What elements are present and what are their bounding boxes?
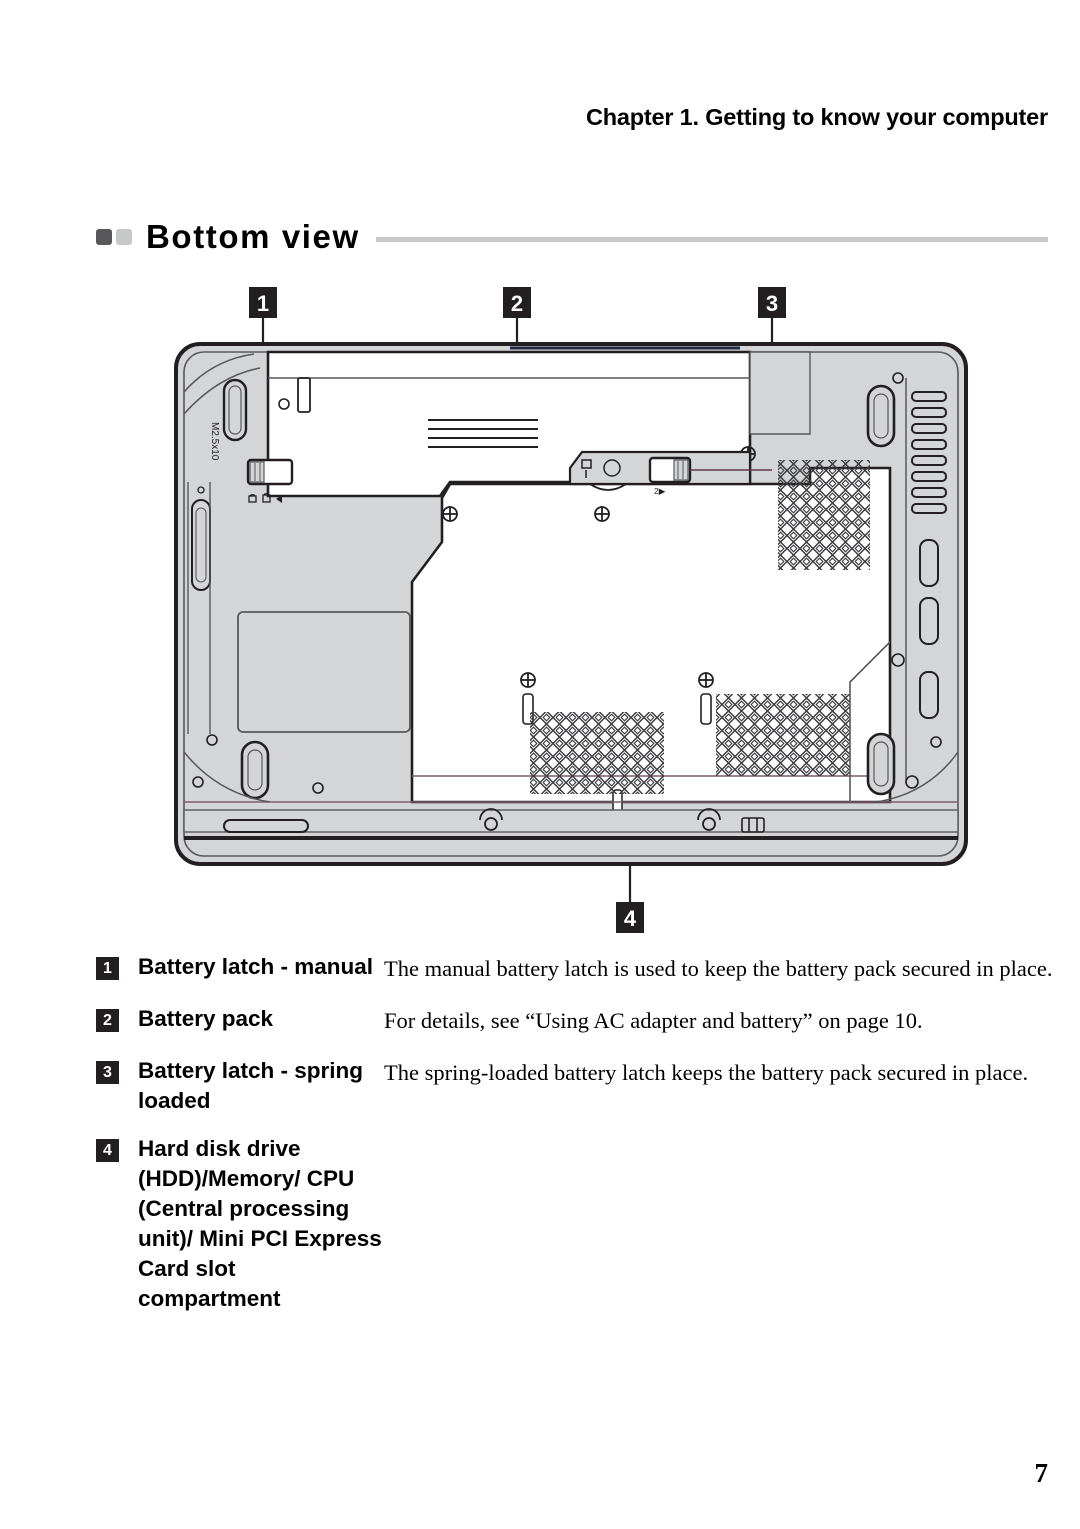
vent-mesh-lower-left	[530, 712, 664, 794]
callout-badge-1: 1	[249, 287, 277, 318]
legend-item-4: 4 Hard disk drive (HDD)/Memory/ CPU (Cen…	[96, 1134, 1056, 1314]
screw-spec-label: M2.5x10	[209, 422, 220, 461]
callout-badge-3: 3	[758, 287, 786, 318]
vent-mesh-upper-right	[778, 460, 870, 570]
bullet-dark-icon	[96, 229, 112, 245]
page-title: Bottom view	[146, 218, 360, 255]
legend-term-battery-latch-manual: Battery latch - manual	[138, 954, 374, 979]
legend-term-battery-pack: Battery pack	[138, 1006, 274, 1031]
legend-description-2: For details, see “Using AC adapter and b…	[384, 1008, 923, 1033]
svg-text:2: 2	[511, 291, 523, 316]
legend-item-1: 1 Battery latch - manual The manual batt…	[96, 952, 1056, 986]
legend-badge-3: 3	[96, 1061, 119, 1084]
legend-badge-2: 2	[96, 1009, 119, 1032]
svg-text:4: 4	[624, 906, 637, 931]
spring-latch-glyph-label: 2▶	[654, 486, 666, 496]
svg-text:1: 1	[257, 291, 269, 316]
section-heading: Bottom view	[96, 214, 1048, 260]
legend-item-3: 3 Battery latch - spring loaded The spri…	[96, 1056, 1056, 1116]
vent-mesh-lower-right	[716, 694, 850, 776]
figure-legend: 1 Battery latch - manual The manual batt…	[96, 952, 1056, 1332]
legend-term-battery-latch-spring-loaded: Battery latch - spring loaded	[138, 1058, 364, 1113]
legend-item-2: 2 Battery pack For details, see “Using A…	[96, 1004, 1056, 1038]
legend-description-3: The spring-loaded battery latch keeps th…	[384, 1060, 1029, 1085]
legend-badge-1: 1	[96, 957, 119, 980]
bullet-light-icon	[116, 229, 132, 245]
right-edge-ports	[919, 539, 939, 719]
callout-badge-2: 2	[503, 287, 531, 318]
callout-badge-4: 4	[616, 902, 644, 933]
legend-term-hdd-memory-cpu-compartment: Hard disk drive (HDD)/Memory/ CPU (Centr…	[138, 1136, 382, 1311]
left-service-panel	[237, 611, 411, 733]
legend-description-1: The manual battery latch is used to keep…	[384, 956, 1053, 981]
bottom-view-figure: M2.5x10 2▶ 1 2 3 4	[150, 282, 1010, 942]
page-number: 7	[1034, 1458, 1049, 1488]
legend-badge-4: 4	[96, 1139, 119, 1162]
svg-text:3: 3	[766, 291, 778, 316]
heading-rule	[375, 236, 1048, 242]
running-header: Chapter 1. Getting to know your computer	[585, 104, 1048, 130]
